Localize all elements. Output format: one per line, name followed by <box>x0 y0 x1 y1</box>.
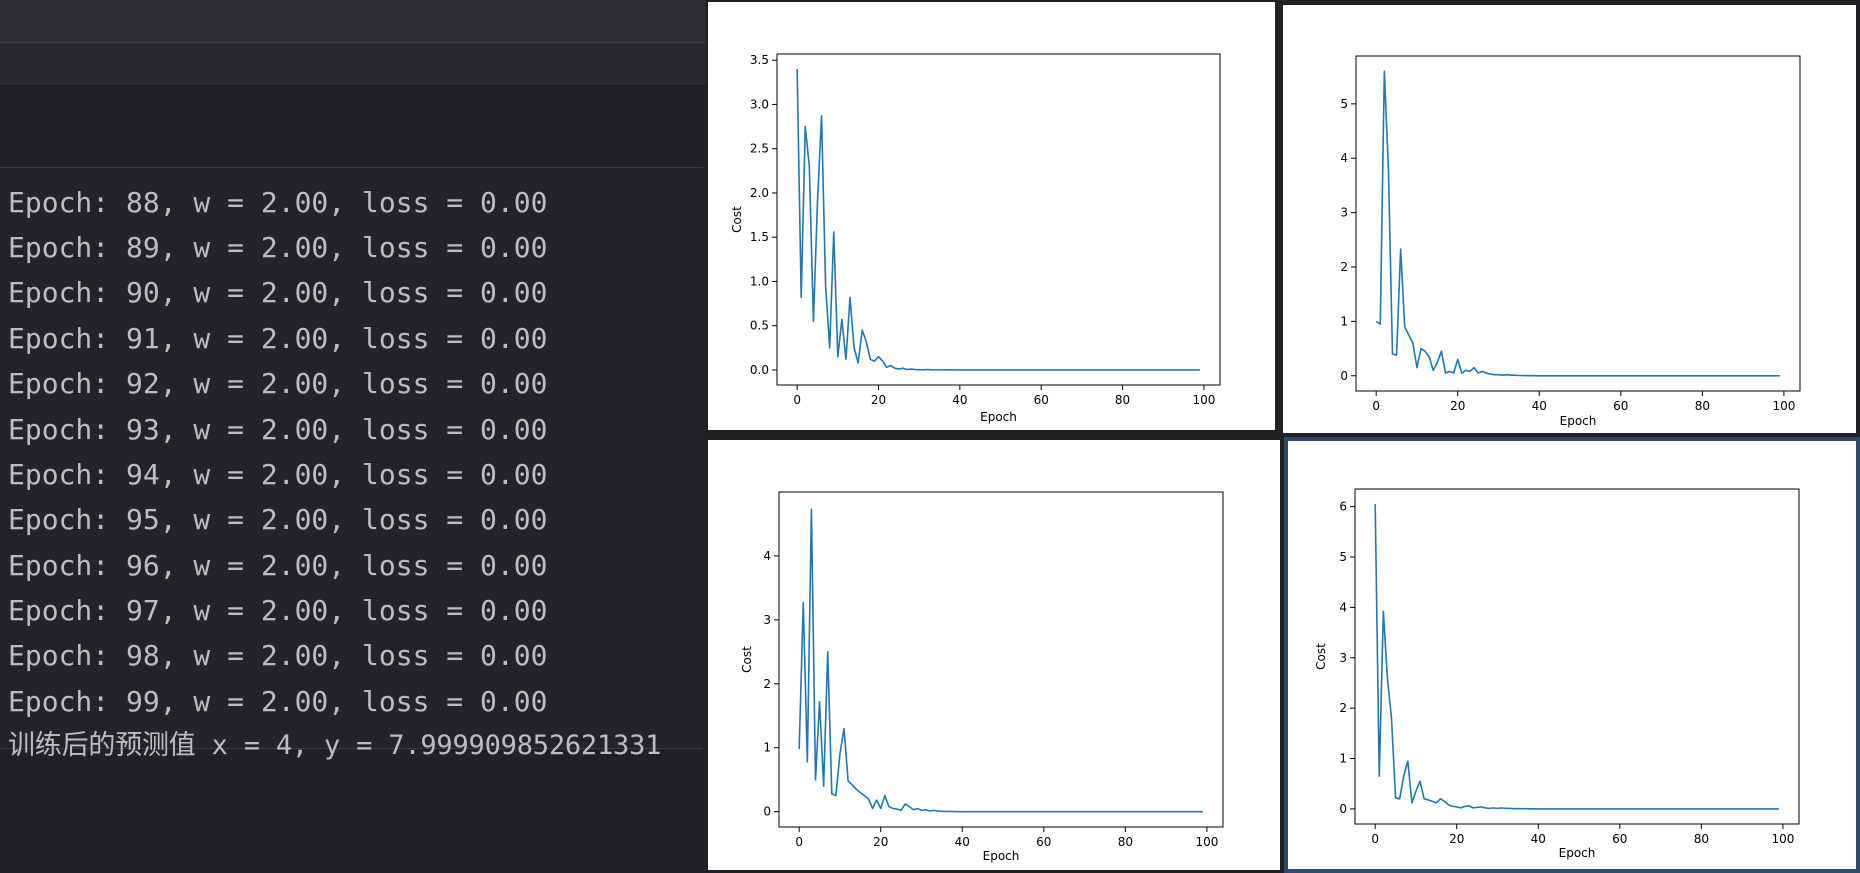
x-axis-label: Epoch <box>983 849 1020 863</box>
x-axis-label: Epoch <box>1560 414 1597 428</box>
console-line: Epoch: 88, w = 2.00, loss = 0.00 <box>8 186 548 219</box>
axes-frame <box>1355 55 1801 392</box>
y-tick-label: 5 <box>1340 97 1348 111</box>
x-tick-label: 80 <box>1694 832 1709 846</box>
y-axis-label: Cost <box>730 206 744 233</box>
y-tick-label: 0 <box>763 805 771 819</box>
x-tick-label: 100 <box>1772 399 1795 413</box>
console-line: Epoch: 91, w = 2.00, loss = 0.00 <box>8 322 548 355</box>
y-tick-label: 4 <box>1339 600 1347 614</box>
series-line <box>1374 504 1779 810</box>
console-line: Epoch: 98, w = 2.00, loss = 0.00 <box>8 639 548 672</box>
x-tick-label: 100 <box>1192 393 1215 407</box>
y-tick-label: 0.5 <box>750 319 769 333</box>
x-tick-label: 20 <box>1449 832 1464 846</box>
console-line: Epoch: 89, w = 2.00, loss = 0.00 <box>8 231 548 264</box>
ide-tab-strip <box>0 43 706 86</box>
cost-chart-2: 0 20 40 60 80 100 0 1 2 3 4 5 Epoch <box>1340 55 1801 428</box>
x-tick-label: 40 <box>955 835 970 849</box>
figure-window-3: 0 20 40 60 80 100 0 1 2 3 4 Epoch Cost <box>708 440 1280 870</box>
figure-window-4: 0 20 40 60 80 100 0 1 2 3 4 5 6 Epoch Cost <box>1284 437 1860 873</box>
console-line: Epoch: 94, w = 2.00, loss = 0.00 <box>8 458 548 491</box>
y-tick-label: 2 <box>1340 260 1348 274</box>
x-tick-label: 100 <box>1195 835 1218 849</box>
x-tick-label: 40 <box>1531 832 1546 846</box>
x-tick-label: 60 <box>1613 399 1628 413</box>
ide-toolbar <box>0 0 706 43</box>
y-tick-label: 6 <box>1339 500 1347 514</box>
figure-window-1: 0 20 40 60 80 100 0.0 0.5 1.0 1.5 2.0 2.5 3.0 3.5 Epoc… <box>708 2 1275 430</box>
y-tick-label: 1.0 <box>750 274 769 288</box>
y-tick-label: 1.5 <box>750 230 769 244</box>
series-line <box>796 69 1200 371</box>
y-tick-label: 2 <box>1339 701 1347 715</box>
y-tick-label: 1 <box>1339 752 1347 766</box>
x-axis-label: Epoch <box>1559 846 1596 860</box>
y-tick-label: 2.0 <box>750 186 769 200</box>
x-tick-label: 0 <box>1372 399 1380 413</box>
x-tick-label: 60 <box>1036 835 1051 849</box>
y-tick-label: 2 <box>763 677 771 691</box>
y-tick-label: 0 <box>1340 369 1348 383</box>
y-tick-label: 3 <box>1340 206 1348 220</box>
x-tick-label: 100 <box>1771 832 1794 846</box>
run-console: Epoch: 88, w = 2.00, loss = 0.00 Epoch: … <box>0 167 703 761</box>
x-tick-label: 60 <box>1034 393 1049 407</box>
console-line: Epoch: 93, w = 2.00, loss = 0.00 <box>8 413 548 446</box>
x-tick-label: 0 <box>795 835 803 849</box>
y-tick-label: 4 <box>763 549 771 563</box>
x-tick-label: 20 <box>871 393 886 407</box>
y-tick-label: 3.5 <box>750 53 769 67</box>
x-tick-label: 20 <box>873 835 888 849</box>
x-tick-label: 80 <box>1118 835 1133 849</box>
series-line <box>798 508 1203 813</box>
figure-window-2: 0 20 40 60 80 100 0 1 2 3 4 5 Epoch <box>1283 5 1856 433</box>
x-axis-label: Epoch <box>980 410 1017 424</box>
cost-chart-1: 0 20 40 60 80 100 0.0 0.5 1.0 1.5 2.0 2.5 3.0 3.5 Epoc… <box>730 53 1221 424</box>
y-tick-label: 4 <box>1340 151 1348 165</box>
console-line: Epoch: 97, w = 2.00, loss = 0.00 <box>8 594 548 627</box>
x-tick-label: 60 <box>1612 832 1627 846</box>
cost-chart-3: 0 20 40 60 80 100 0 1 2 3 4 Epoch Cost <box>740 491 1224 863</box>
y-tick-label: 0 <box>1339 802 1347 816</box>
console-line: Epoch: 90, w = 2.00, loss = 0.00 <box>8 276 548 309</box>
y-tick-label: 1 <box>1340 314 1348 328</box>
console-line: Epoch: 96, w = 2.00, loss = 0.00 <box>8 549 548 582</box>
x-tick-label: 0 <box>1371 832 1379 846</box>
y-axis-label: Cost <box>740 646 754 673</box>
series-line <box>1375 70 1780 377</box>
cost-chart-4: 0 20 40 60 80 100 0 1 2 3 4 5 6 Epoch Cost <box>1314 488 1800 860</box>
y-tick-label: 5 <box>1339 550 1347 564</box>
console-line: Epoch: 99, w = 2.00, loss = 0.00 <box>8 685 548 718</box>
axes-frame <box>1354 488 1800 825</box>
axes-frame <box>778 491 1224 828</box>
x-tick-label: 20 <box>1450 399 1465 413</box>
y-tick-label: 2.5 <box>750 142 769 156</box>
console-line: Epoch: 95, w = 2.00, loss = 0.00 <box>8 503 548 536</box>
y-tick-label: 3 <box>1339 651 1347 665</box>
x-tick-label: 40 <box>952 393 967 407</box>
console-line: Epoch: 92, w = 2.00, loss = 0.00 <box>8 367 548 400</box>
x-tick-label: 80 <box>1115 393 1130 407</box>
console-result-line: 训练后的预测值 x = 4, y = 7.999909852621331 <box>8 730 662 761</box>
y-axis-label: Cost <box>1314 643 1328 670</box>
y-tick-label: 1 <box>763 741 771 755</box>
y-tick-label: 3 <box>763 613 771 627</box>
x-tick-label: 80 <box>1695 399 1710 413</box>
y-tick-label: 0.0 <box>750 363 769 377</box>
y-tick-label: 3.0 <box>750 97 769 111</box>
x-tick-label: 40 <box>1532 399 1547 413</box>
x-tick-label: 0 <box>793 393 801 407</box>
